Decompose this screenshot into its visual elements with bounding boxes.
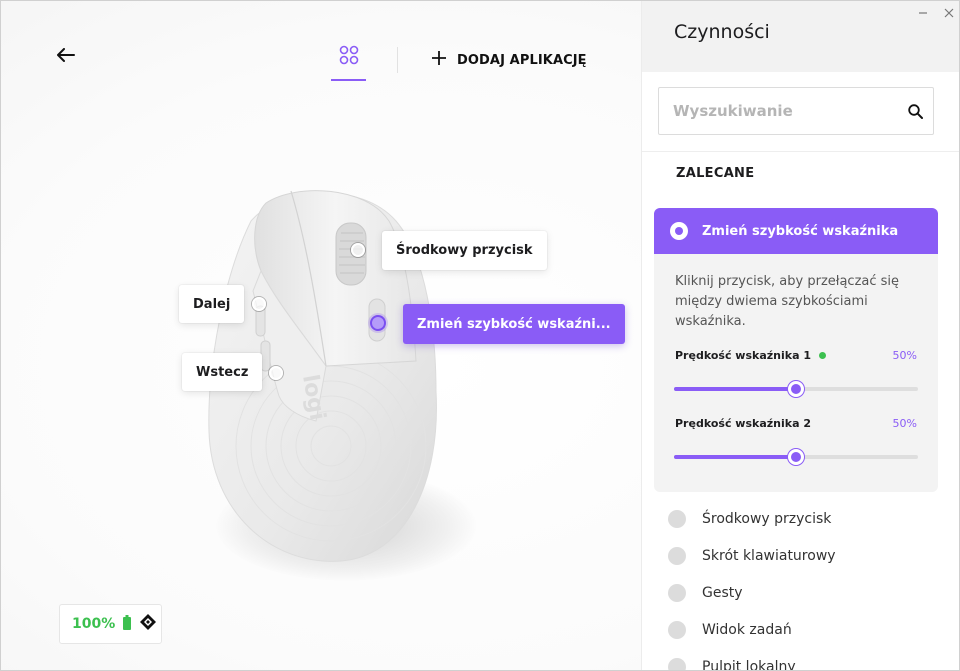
battery-status[interactable]: 100% (59, 604, 162, 644)
callout-pointer-speed-label: Zmień szybkość wskaźni... (417, 316, 611, 332)
callout-middle-label: Środkowy przycisk (396, 243, 533, 258)
option-label: Środkowy przycisk (702, 511, 832, 527)
slider-1-fill (674, 387, 796, 391)
grid-circles-icon (339, 45, 359, 79)
search-input[interactable] (673, 100, 893, 122)
option-label: Skrót klawiaturowy (702, 548, 836, 564)
search-box[interactable] (658, 87, 934, 135)
slider-1-label-text: Prędkość wskaźnika 1 (675, 349, 811, 362)
section-recommended: ZALECANE (676, 166, 755, 181)
slider-2-value: 50% (892, 417, 917, 430)
close-icon[interactable] (944, 7, 954, 21)
callout-pointer-speed[interactable]: Zmień szybkość wskaźni... (403, 304, 625, 344)
selected-action-header[interactable]: Zmień szybkość wskaźnika (654, 208, 938, 254)
selected-action-title: Zmień szybkość wskaźnika (702, 223, 899, 239)
radio-selected-icon[interactable] (670, 222, 688, 240)
header-divider (397, 47, 398, 73)
radio-unselected-icon[interactable] (668, 584, 686, 602)
radio-unselected-icon[interactable] (668, 547, 686, 565)
option-label: Pulpit lokalny (702, 659, 796, 671)
slider-2-fill (674, 455, 796, 459)
slider-2-thumb[interactable] (788, 449, 804, 465)
slider-1-thumb[interactable] (788, 381, 804, 397)
slider-1-label: Prędkość wskaźnika 1 (675, 349, 826, 362)
add-application-button[interactable]: DODAJ APLIKACJĘ (431, 49, 587, 71)
callout-forward[interactable]: Dalej (179, 285, 245, 323)
callout-forward-label: Dalej (193, 296, 231, 312)
back-button-dot[interactable] (269, 366, 283, 380)
forward-button-dot[interactable] (252, 297, 266, 311)
radio-unselected-icon[interactable] (668, 621, 686, 639)
search-icon[interactable] (908, 104, 923, 123)
panel-title: Czynności (674, 21, 770, 43)
callout-back-label: Wstecz (196, 364, 249, 380)
add-application-label: DODAJ APLIKACJĘ (457, 52, 587, 68)
middle-button-dot[interactable] (351, 243, 365, 257)
battery-icon (123, 614, 132, 634)
applications-button[interactable] (331, 45, 366, 81)
option-label: Gesty (702, 585, 743, 601)
actions-panel: Czynności ZALECANE Zmień szybkość wskaźn… (641, 1, 959, 671)
minimize-icon[interactable] (918, 7, 928, 21)
callout-middle-button[interactable]: Środkowy przycisk (382, 231, 547, 270)
selected-action-description: Kliknij przycisk, aby przełączać się mię… (675, 274, 900, 329)
radio-unselected-icon[interactable] (668, 658, 686, 670)
slider-1-track[interactable] (674, 381, 918, 397)
side-button-dot[interactable] (370, 315, 386, 331)
slider-2-track[interactable] (674, 449, 918, 465)
slider-2-label-text: Prędkość wskaźnika 2 (675, 417, 811, 430)
back-button[interactable] (53, 43, 79, 69)
app-window: DODAJ APLIKACJĘ logi Środkowy przycisk D… (0, 0, 960, 671)
plus-icon (431, 50, 447, 70)
connection-receiver-icon (139, 613, 157, 635)
battery-percent: 100% (72, 616, 116, 632)
arrow-left-icon (57, 47, 75, 66)
option-task-view[interactable]: Widok zadań (668, 618, 792, 642)
selected-action-card: Zmień szybkość wskaźnika Kliknij przycis… (654, 208, 938, 492)
option-keyboard-shortcut[interactable]: Skrót klawiaturowy (668, 544, 836, 568)
option-remote-desktop[interactable]: Pulpit lokalny (668, 655, 796, 671)
slider-1-value: 50% (892, 349, 917, 362)
panel-header: Czynności (642, 1, 959, 72)
option-middle-button[interactable]: Środkowy przycisk (668, 507, 831, 531)
option-label: Widok zadań (702, 622, 792, 638)
slider-2-label: Prędkość wskaźnika 2 (675, 417, 811, 430)
callout-back[interactable]: Wstecz (182, 353, 263, 391)
panel-separator (642, 151, 959, 152)
radio-unselected-icon[interactable] (668, 510, 686, 528)
active-indicator-icon (818, 352, 826, 359)
option-gestures[interactable]: Gesty (668, 581, 743, 605)
